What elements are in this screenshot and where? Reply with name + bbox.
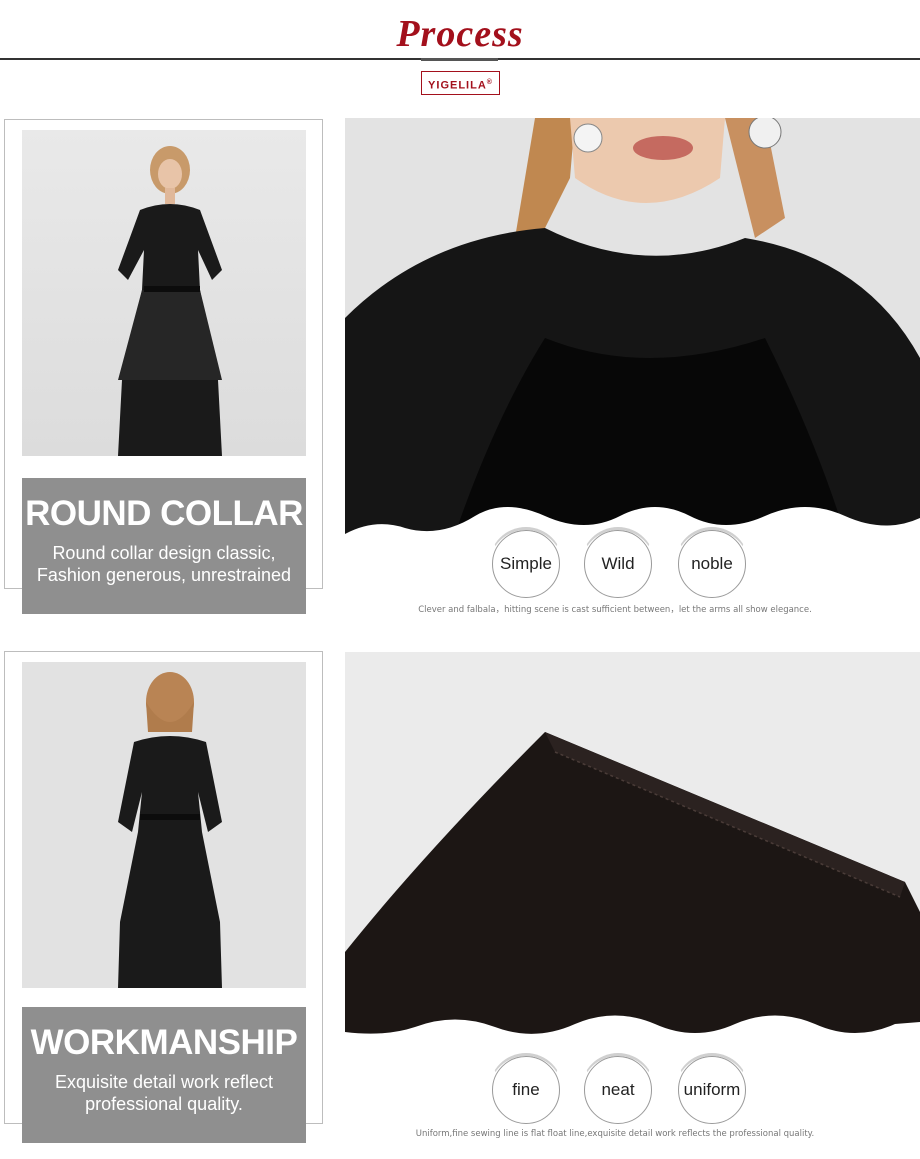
caption-box-round-collar: ROUND COLLAR Round collar design classic… bbox=[22, 478, 306, 614]
feature-note: Clever and falbala，hitting scene is cast… bbox=[418, 605, 812, 615]
page-title: Process bbox=[396, 13, 524, 55]
feature-badge-neat: neat bbox=[581, 1053, 655, 1124]
caption-title: WORKMANSHIP bbox=[30, 1023, 298, 1062]
feature-badge-uniform: uniform bbox=[675, 1053, 749, 1124]
registered-mark: ® bbox=[486, 79, 493, 86]
caption-description: Round collar design classic, Fashion gen… bbox=[22, 542, 306, 586]
model-back-photo bbox=[22, 662, 306, 988]
caption-line: Fashion generous, unrestrained bbox=[36, 565, 292, 585]
collar-detail-photo bbox=[345, 118, 920, 534]
feature-badge-simple: Simple bbox=[489, 527, 563, 598]
brand-name: YIGELILA bbox=[428, 79, 487, 92]
caption-title: ROUND COLLAR bbox=[25, 494, 303, 533]
brand-logo: YIGELILA® bbox=[421, 71, 500, 95]
hem-detail-photo bbox=[345, 652, 920, 1060]
header-divider-accent bbox=[421, 58, 498, 61]
feature-badge-wild: Wild bbox=[581, 527, 655, 598]
feature-badge-fine: fine bbox=[489, 1053, 563, 1124]
model-front-photo bbox=[22, 130, 306, 456]
feature-note: Uniform,fine sewing line is flat float l… bbox=[415, 1129, 815, 1139]
caption-line: Exquisite detail work reflect bbox=[54, 1072, 274, 1092]
caption-description: Exquisite detail work reflect profession… bbox=[22, 1071, 306, 1115]
feature-badge-noble: noble bbox=[675, 527, 749, 598]
caption-box-workmanship: WORKMANSHIP Exquisite detail work reflec… bbox=[22, 1007, 306, 1143]
caption-line: Round collar design classic, bbox=[52, 543, 276, 563]
caption-line: professional quality. bbox=[85, 1094, 243, 1114]
